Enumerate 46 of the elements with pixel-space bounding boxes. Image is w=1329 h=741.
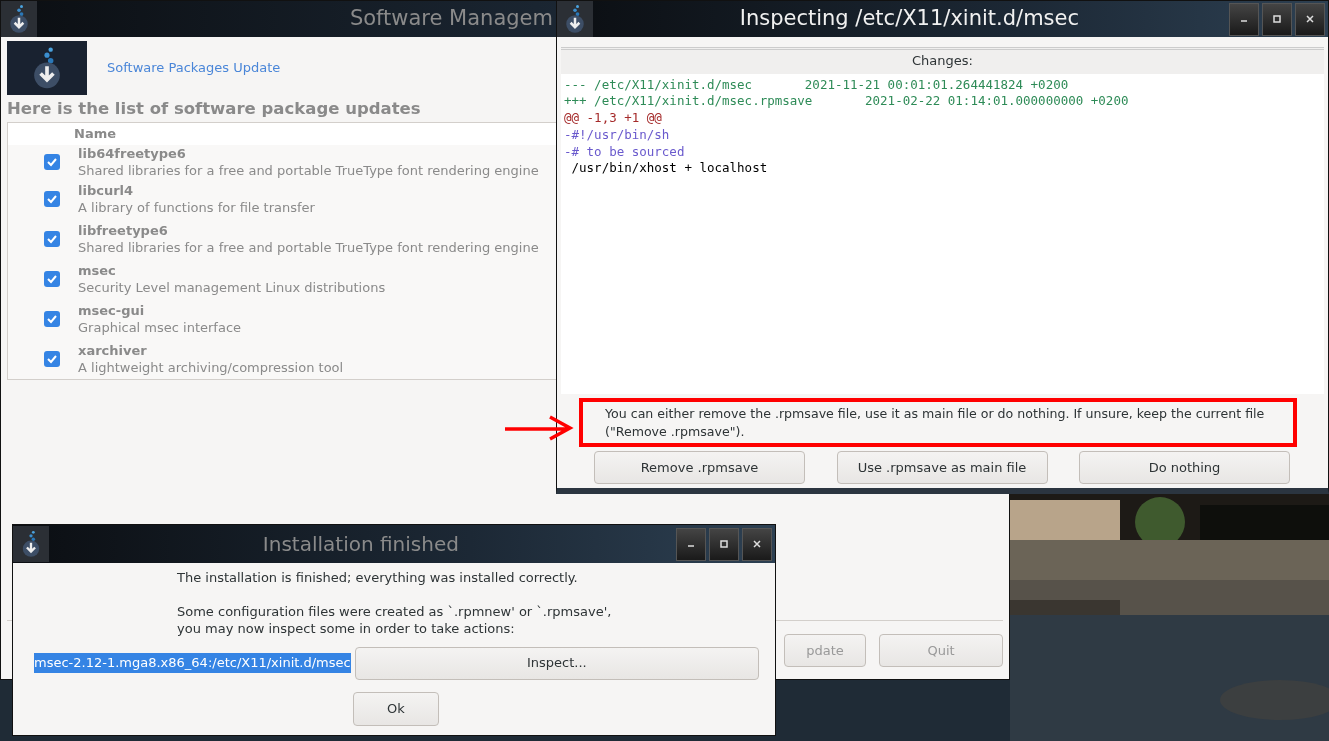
- info-message: You can either remove the .rpmsave file, use it as main file or do nothing. If unsure, keep the current file ("Remove .rpmsave").: [605, 404, 1266, 442]
- changes-label: Changes:: [561, 47, 1324, 74]
- checkbox[interactable]: [44, 230, 60, 247]
- checkbox[interactable]: [44, 153, 60, 170]
- close-icon: [752, 540, 761, 548]
- dialog-button[interactable]: Remove .rpmsave: [594, 451, 805, 485]
- diff-line: -#!/usr/bin/sh: [564, 126, 671, 144]
- diff-line: +++ /etc/X11/xinit.d/msec.rpmsave 2021-02-22 01:14:01.000000000 +0200: [564, 93, 1130, 111]
- status-message: The installation is finished; everything was installed correctly.: [177, 569, 579, 587]
- package-name: libcurl4: [78, 181, 135, 199]
- diff-line: /usr/bin/xhost + localhost: [570, 160, 769, 178]
- maximize-button[interactable]: [1261, 2, 1292, 36]
- package-description: Security Level management Linux distributions: [78, 278, 386, 296]
- dialog-button[interactable]: Use .rpmsave as main file: [836, 451, 1048, 485]
- package-name: libfreetype6: [78, 221, 169, 239]
- checkbox[interactable]: [44, 350, 60, 367]
- package-name: lib64freetype6: [78, 144, 187, 162]
- ok-button[interactable]: Ok: [353, 691, 439, 726]
- maximize-icon: [719, 540, 728, 548]
- maximize-button[interactable]: [708, 527, 739, 561]
- file-path[interactable]: msec-2.12-1.mga8.x86_64:/etc/X11/xinit.d/msec: [34, 653, 351, 673]
- close-button[interactable]: [1294, 2, 1325, 36]
- package-description: A lightweight archiving/compression tool: [78, 358, 344, 376]
- window-title: Inspecting /etc/X11/xinit.d/msec: [738, 5, 1080, 33]
- package-name: xarchiver: [78, 341, 148, 359]
- checkbox[interactable]: [44, 310, 60, 327]
- maximize-icon: [1272, 15, 1281, 23]
- info-message: Some configuration files were created as `.rpmnew' or `.rpmsave', you may now inspect some in order to take actions:: [177, 602, 613, 637]
- window-title: Installation finished: [261, 531, 460, 558]
- package-description: A library of functions for file transfer: [78, 198, 315, 216]
- diff-line: -# to be sourced: [564, 143, 686, 161]
- window-title: Software Managem: [349, 5, 553, 33]
- package-description: Graphical msec interface: [78, 318, 242, 336]
- close-icon: [1305, 15, 1314, 23]
- diff-line: --- /etc/X11/xinit.d/msec 2021-11-21 00:01:01.264441824 +0200: [564, 76, 1070, 94]
- package-description: Shared libraries for a free and portable TrueType font rendering engine: [78, 161, 539, 179]
- package-name: msec: [78, 261, 117, 279]
- package-description: Shared libraries for a free and portable TrueType font rendering engine: [78, 238, 539, 256]
- list-heading: Here is the list of software package updates: [7, 98, 421, 120]
- checkbox[interactable]: [44, 270, 60, 287]
- inspect-button[interactable]: Inspect...: [354, 646, 759, 680]
- close-button[interactable]: [741, 527, 772, 561]
- dialog-button[interactable]: Do nothing: [1079, 451, 1290, 485]
- checkbox[interactable]: [44, 190, 60, 207]
- package-name: msec-gui: [78, 301, 146, 319]
- diff-line: @@ -1,3 +1 @@: [564, 110, 663, 127]
